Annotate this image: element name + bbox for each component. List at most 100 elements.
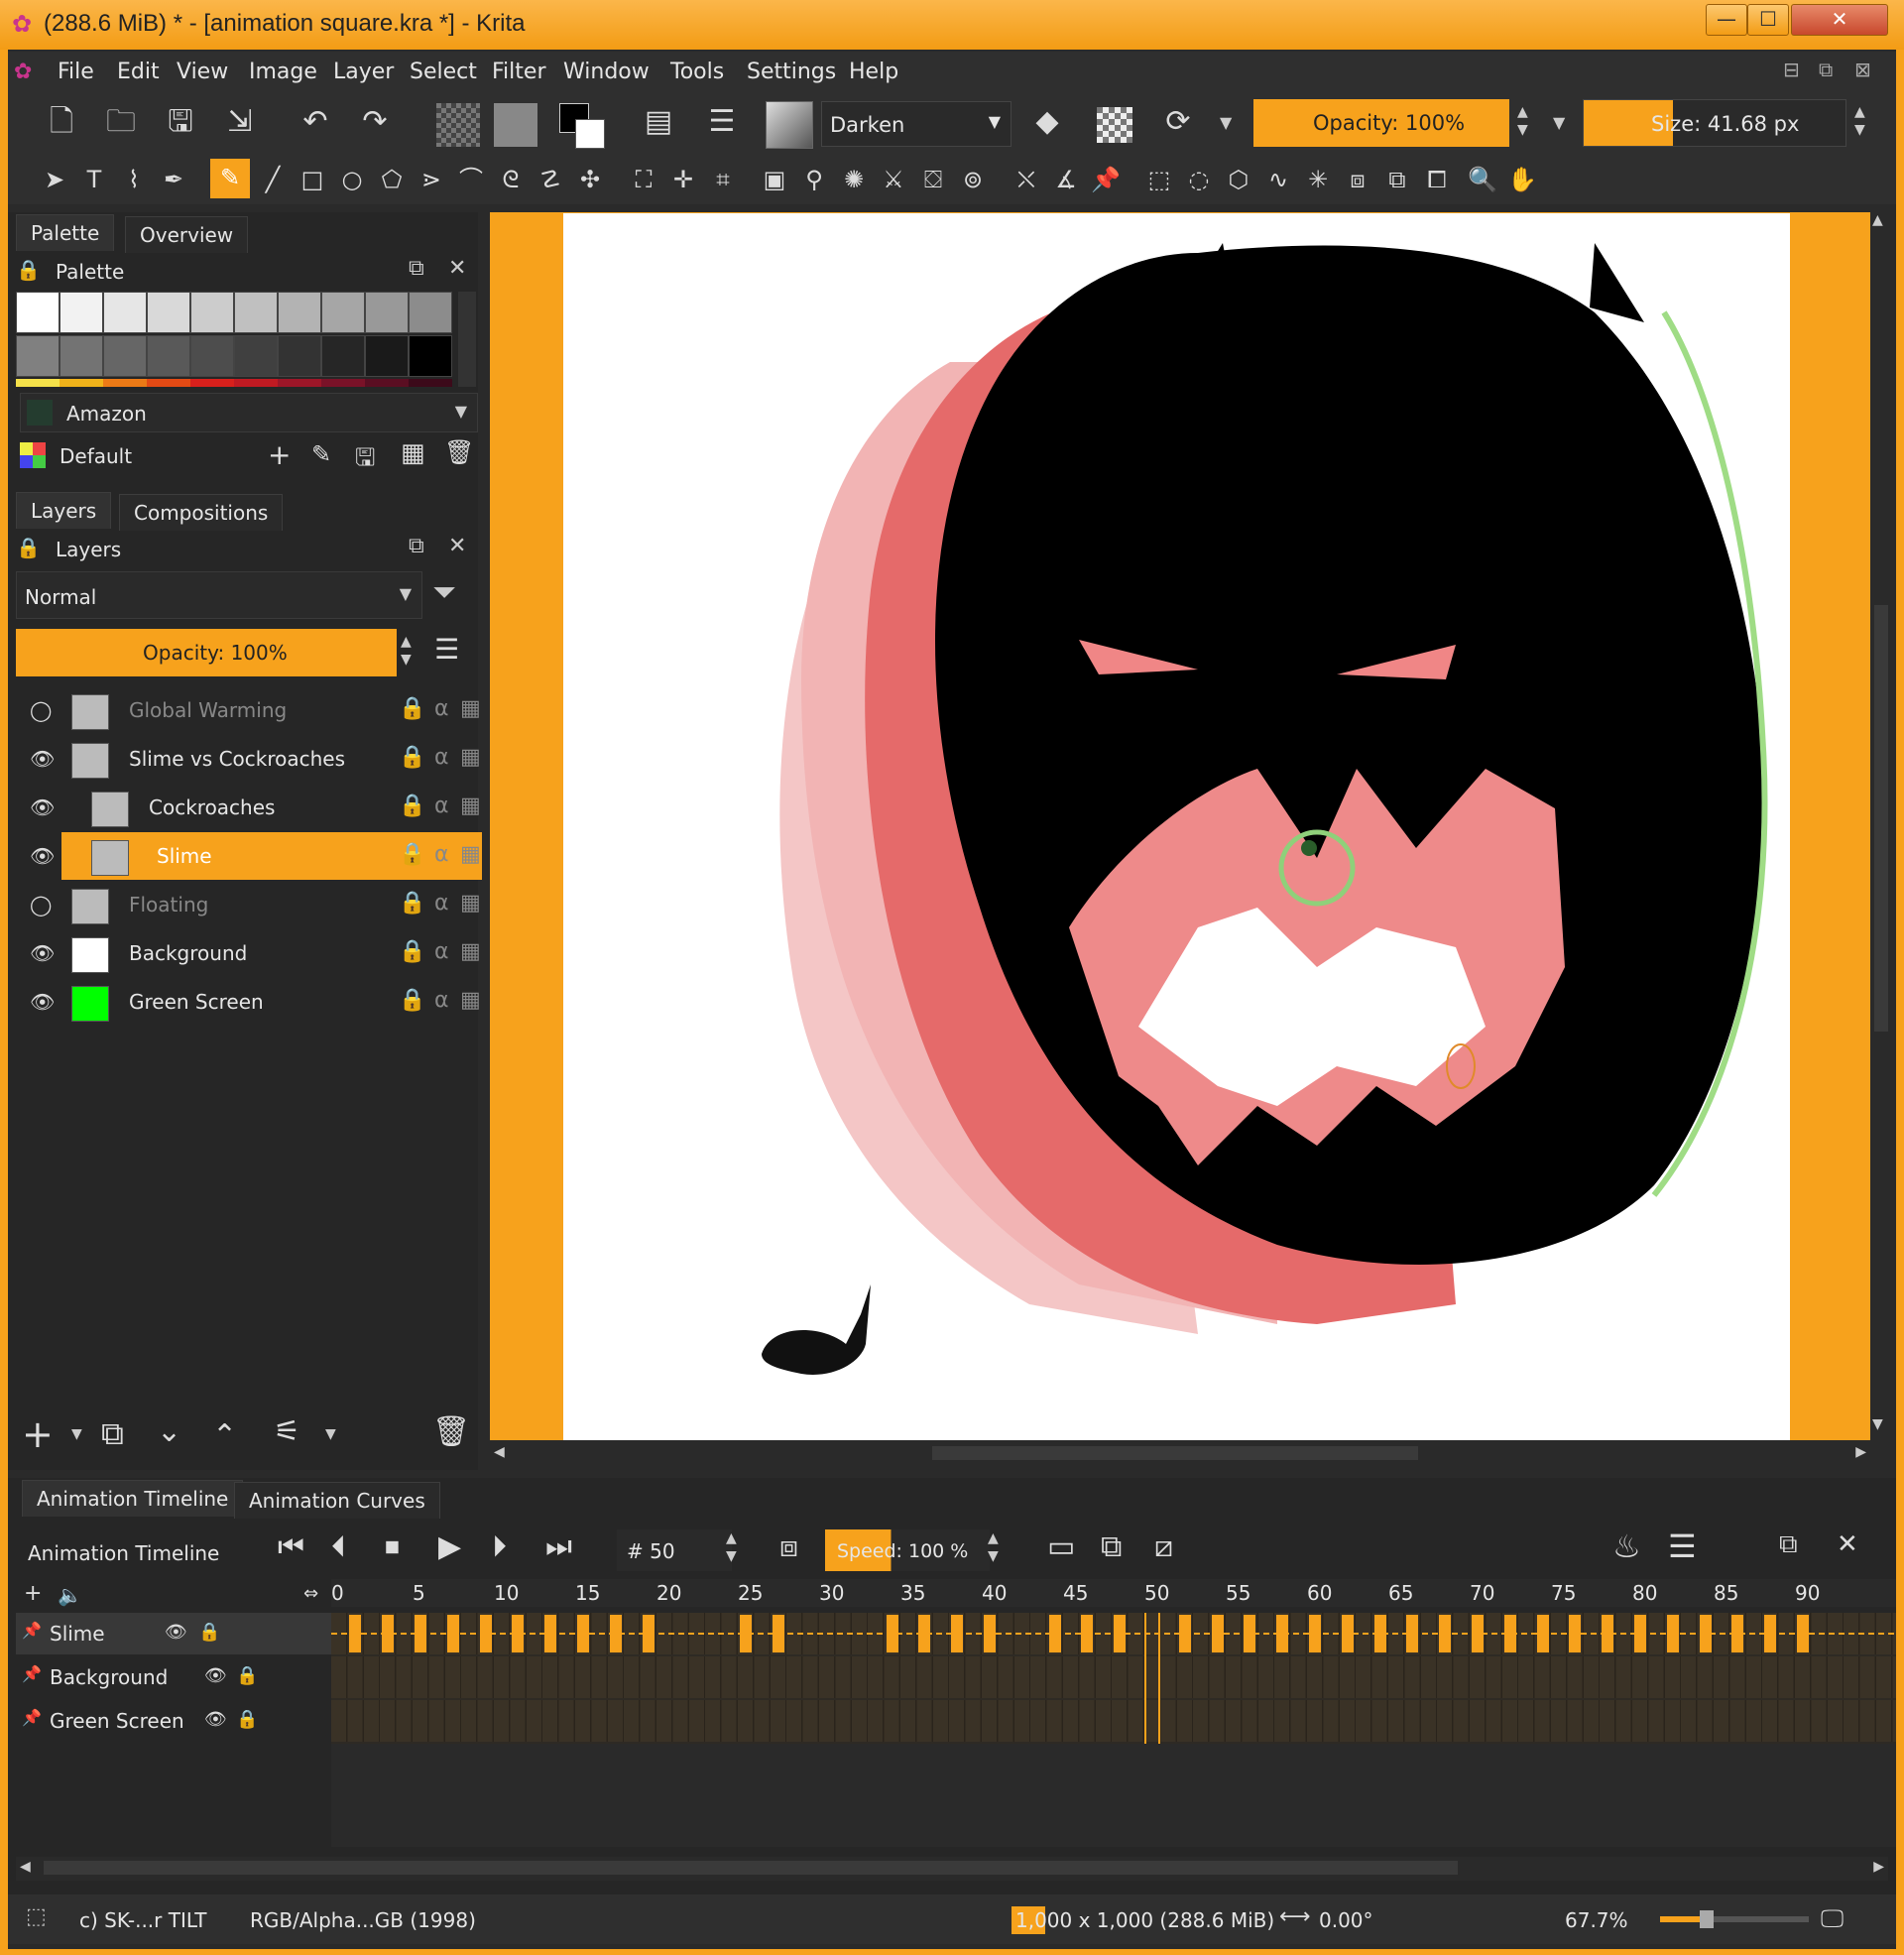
palette-swatch[interactable]: [278, 335, 321, 377]
add-track-icon[interactable]: +: [24, 1581, 42, 1606]
freehand-brush-icon[interactable]: ✎: [210, 159, 250, 198]
current-frame-indicator[interactable]: [1144, 1613, 1160, 1744]
canvas-horizontal-scrollbar[interactable]: [932, 1446, 1418, 1460]
palette-swatch[interactable]: [234, 292, 278, 333]
palette-accent-swatch[interactable]: [365, 379, 409, 387]
smart-patch-icon[interactable]: ✺: [837, 163, 871, 196]
track-visibility-icon[interactable]: 👁: [204, 1709, 227, 1730]
frame-spin-icon[interactable]: ▲ ▼: [726, 1529, 737, 1565]
palette-accent-swatch[interactable]: [234, 379, 278, 387]
timeline-scroll-right-icon[interactable]: ▶: [1873, 1859, 1884, 1875]
preserve-alpha-icon[interactable]: [1097, 107, 1132, 143]
layer-settings-icon[interactable]: ☰: [702, 105, 742, 139]
timeline-ruler[interactable]: 0 5 10 15 20 25 30 35 40 45 50 55 60 65 70 75 80 85 90: [331, 1579, 1896, 1607]
freehand-select-icon[interactable]: ∿: [1261, 163, 1295, 196]
ellipse-tool-icon[interactable]: ○: [335, 163, 369, 196]
keyframe[interactable]: [1342, 1615, 1354, 1652]
size-spin-icon[interactable]: ▲ ▼: [1854, 103, 1865, 139]
keyframe[interactable]: [1212, 1615, 1224, 1652]
add-layer-icon[interactable]: +: [22, 1412, 54, 1456]
keyframe[interactable]: [480, 1615, 492, 1652]
keyframe[interactable]: [1537, 1615, 1549, 1652]
lock-layer-icon[interactable]: 🔒: [399, 891, 425, 916]
transform-tool-icon[interactable]: ⛶: [627, 163, 660, 196]
drop-frames-icon[interactable]: ⧈: [779, 1529, 798, 1564]
alpha-lock-icon[interactable]: α: [434, 794, 449, 818]
delete-palette-icon[interactable]: 🗑: [444, 438, 474, 466]
alpha-lock-icon[interactable]: α: [434, 842, 449, 867]
inherit-alpha-icon[interactable]: ▦: [460, 745, 481, 770]
export-icon[interactable]: ⇲: [220, 105, 260, 139]
palette-scrollbar[interactable]: [458, 292, 476, 387]
first-frame-icon[interactable]: ⏮: [278, 1529, 304, 1564]
menu-view[interactable]: View: [177, 60, 228, 84]
minimize-button[interactable]: —: [1706, 4, 1747, 36]
track-lock-icon[interactable]: 🔒: [236, 1709, 258, 1730]
current-frame-field[interactable]: # 50: [617, 1529, 732, 1571]
opacity-slider[interactable]: Opacity: 100%: [1253, 99, 1509, 147]
keyframe[interactable]: [1439, 1615, 1451, 1652]
open-document-icon[interactable]: 🗀: [101, 105, 141, 139]
fit-timeline-icon[interactable]: ⇔: [303, 1583, 318, 1604]
line-tool-icon[interactable]: ╱: [256, 163, 290, 196]
edit-brush-settings-icon[interactable]: ▤: [639, 105, 678, 139]
lock-layer-icon[interactable]: 🔒: [399, 696, 425, 721]
menu-tools[interactable]: Tools: [670, 60, 724, 84]
opacity-spin-icon[interactable]: ▲ ▼: [1517, 103, 1528, 139]
display-icon[interactable]: 🖵: [1821, 1904, 1844, 1932]
palette-accent-swatch[interactable]: [278, 379, 321, 387]
crop-tool-icon[interactable]: ⌗: [706, 163, 740, 196]
keyframe[interactable]: [951, 1615, 963, 1652]
palette-swatch[interactable]: [16, 292, 60, 333]
filter-icon[interactable]: ⏷: [432, 575, 456, 610]
calligraphy-icon[interactable]: ✒: [157, 163, 190, 196]
palette-swatch[interactable]: [234, 335, 278, 377]
keyframe[interactable]: [1731, 1615, 1743, 1652]
new-document-icon[interactable]: 🗋: [42, 105, 81, 139]
timeline-track-header[interactable]: 📌 Slime 👁 🔒: [16, 1613, 331, 1654]
pin-icon[interactable]: 📌: [22, 1664, 42, 1683]
palette-swatch[interactable]: [103, 292, 147, 333]
palette-grid-toggle-icon[interactable]: ▦: [401, 438, 425, 468]
duplicate-layer-icon[interactable]: ⧉: [101, 1414, 124, 1453]
palette-swatch[interactable]: [321, 292, 365, 333]
keyframe[interactable]: [1472, 1615, 1484, 1652]
keyframe[interactable]: [1667, 1615, 1679, 1652]
alpha-lock-icon[interactable]: α: [434, 696, 449, 721]
visibility-eye-icon[interactable]: 👁: [30, 844, 55, 868]
speed-spin-icon[interactable]: ▲ ▼: [988, 1529, 999, 1565]
keyframe[interactable]: [1406, 1615, 1418, 1652]
palette-swatch[interactable]: [365, 292, 409, 333]
multibrush-icon[interactable]: ✣: [573, 163, 607, 196]
keyframe[interactable]: [984, 1615, 996, 1652]
palette-selector[interactable]: Amazon ▼: [20, 393, 478, 432]
pattern-preset-swatch[interactable]: [494, 103, 537, 147]
layer-row[interactable]: ◯ Floating 🔒 α ▦: [22, 881, 482, 928]
bezier-select-icon[interactable]: ⧉: [1380, 163, 1414, 196]
bezier-tool-icon[interactable]: ⌒: [454, 163, 488, 196]
timeline-horizontal-scrollbar-track[interactable]: ◀ ▶: [16, 1857, 1888, 1881]
visibility-eye-icon[interactable]: 👁: [30, 747, 55, 771]
canvas-scroll-right-icon[interactable]: ▶: [1855, 1444, 1866, 1460]
keyframe[interactable]: [1179, 1615, 1191, 1652]
keyframe[interactable]: [447, 1615, 459, 1652]
track-visibility-icon[interactable]: 👁: [204, 1665, 227, 1686]
menu-filter[interactable]: Filter: [492, 60, 545, 84]
keyframe[interactable]: [1569, 1615, 1581, 1652]
canvas-vertical-scrollbar[interactable]: [1874, 605, 1888, 1032]
ellipse-select-icon[interactable]: ◌: [1182, 163, 1216, 196]
remove-frame-icon[interactable]: ⧄: [1154, 1529, 1173, 1564]
layer-row[interactable]: 👁 Slime vs Cockroaches 🔒 α ▦: [22, 735, 482, 783]
measure-tool-icon[interactable]: ∡: [1049, 163, 1083, 196]
save-icon[interactable]: 🖫: [161, 105, 200, 139]
float-dock-icon[interactable]: ⧉: [409, 534, 424, 558]
maximize-button[interactable]: ☐: [1747, 4, 1789, 36]
frame-grid[interactable]: [331, 1613, 1896, 1744]
move-tool-icon[interactable]: ✛: [666, 163, 700, 196]
alpha-lock-icon[interactable]: α: [434, 939, 449, 964]
close-dock-icon[interactable]: ✕: [448, 256, 466, 281]
palette-swatch[interactable]: [321, 335, 365, 377]
inherit-alpha-icon[interactable]: ▦: [460, 696, 481, 721]
tab-compositions[interactable]: Compositions: [119, 494, 284, 531]
palette-accent-swatch[interactable]: [103, 379, 147, 387]
